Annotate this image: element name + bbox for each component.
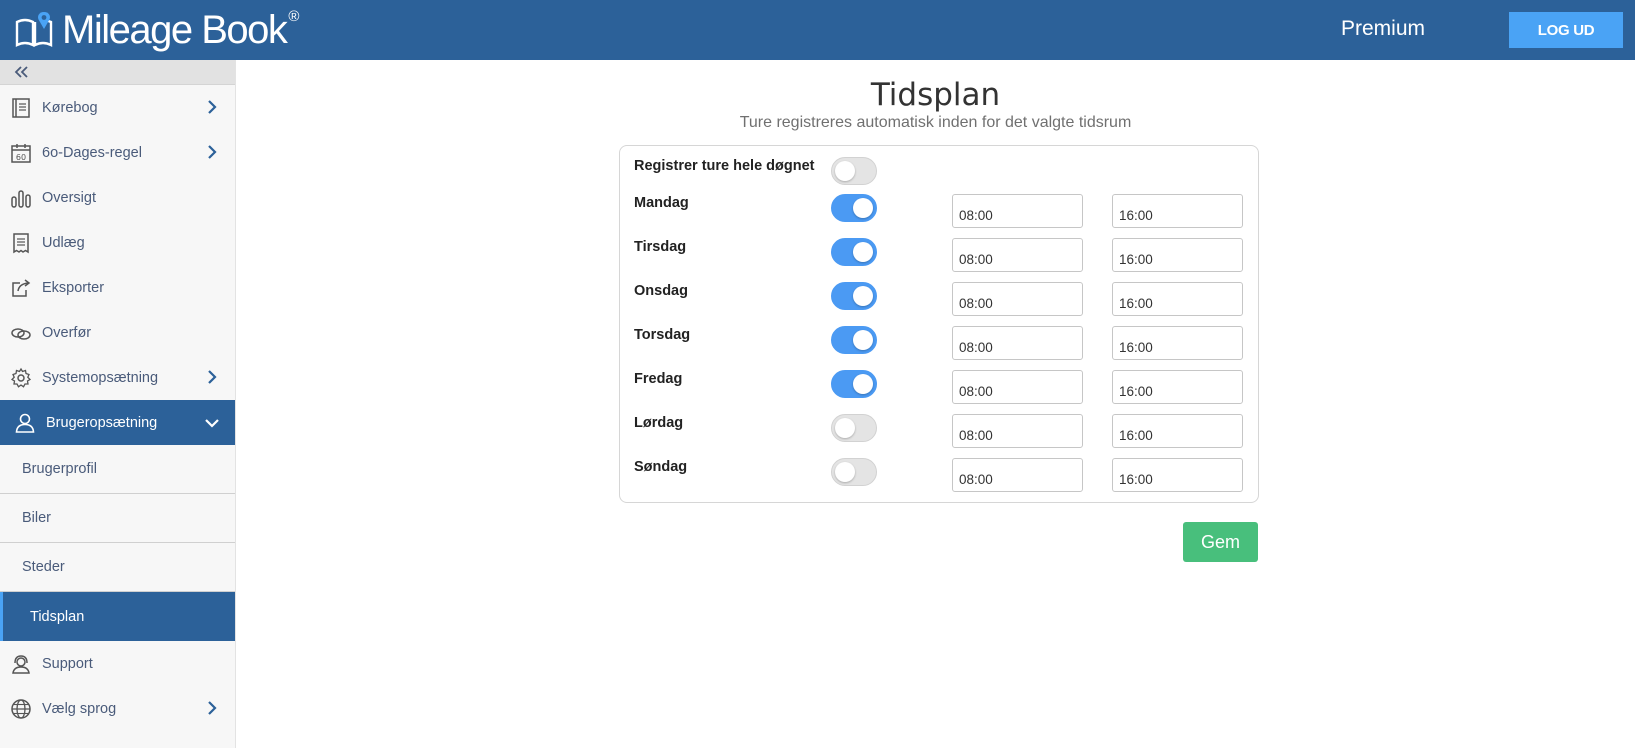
sidebar-item-label: Vælg sprog [42, 700, 117, 717]
start-time-input-torsdag[interactable] [952, 326, 1083, 360]
sidebar-item-support[interactable]: Support [0, 641, 235, 686]
sidebar-subitem-biler[interactable]: Biler [0, 494, 235, 543]
day-label-sondag: Søndag [634, 459, 688, 475]
start-time-input-onsdag[interactable] [952, 282, 1083, 316]
chevron-right-icon [208, 145, 217, 159]
gear-icon [10, 367, 32, 389]
sidebar-item-label: Eksporter [42, 279, 105, 296]
day-toggle-tirsdag[interactable] [831, 238, 877, 266]
sidebar-item-vaelg-sprog[interactable]: Vælg sprog [0, 686, 235, 731]
sidebar-item-label: 6o-Dages-regel [42, 144, 142, 161]
sidebar-item-udlaeg[interactable]: Udlæg [0, 220, 235, 265]
end-time-input-torsdag[interactable] [1112, 326, 1243, 360]
end-time-input-lordag[interactable] [1112, 414, 1243, 448]
sidebar-subitem-tidsplan[interactable]: Tidsplan [0, 592, 235, 641]
start-time-input-sondag[interactable] [952, 458, 1083, 492]
sidebar-item-label: Oversigt [42, 189, 96, 206]
page-subtitle: Ture registreres automatisk inden for de… [739, 114, 1132, 131]
end-time-input-tirsdag[interactable] [1112, 238, 1243, 272]
chevron-right-icon [208, 100, 217, 114]
day-label-tirsdag: Tirsdag [634, 239, 687, 255]
sidebar-item-label: Support [42, 655, 93, 672]
day-toggle-fredag[interactable] [831, 370, 877, 398]
sidebar-item-label: Kørebog [42, 99, 98, 116]
sidebar-item-korebog[interactable]: Kørebog [0, 85, 235, 130]
sidebar-item-brugeropsaetning[interactable]: Brugeropsætning [0, 400, 235, 445]
svg-text:60: 60 [16, 153, 26, 162]
page-title: Tidsplan [870, 77, 1001, 113]
sidebar-item-systemopsaetning[interactable]: Systemopsætning [0, 355, 235, 400]
double-chevron-left-icon [14, 66, 28, 78]
chevron-right-icon [208, 701, 217, 715]
all-day-label: Registrer ture hele døgnet [634, 158, 815, 174]
start-time-input-fredag[interactable] [952, 370, 1083, 404]
receipt-icon [10, 232, 32, 254]
start-time-input-mandag[interactable] [952, 194, 1083, 228]
sidebar-item-60-dages-regel[interactable]: 60 6o-Dages-regel [0, 130, 235, 175]
day-toggle-sondag[interactable] [831, 458, 877, 486]
top-bar: Mileage Book ® Premium LOG UD [0, 0, 1635, 60]
day-label-torsdag: Torsdag [634, 327, 691, 343]
end-time-input-sondag[interactable] [1112, 458, 1243, 492]
brand-name: Mileage Book [62, 7, 288, 52]
sidebar-subitem-steder[interactable]: Steder [0, 543, 235, 592]
start-time-input-lordag[interactable] [952, 414, 1083, 448]
registered-mark: ® [288, 8, 300, 25]
user-icon [14, 412, 36, 434]
day-toggle-lordag[interactable] [831, 414, 877, 442]
sidebar-subitem-brugerprofil[interactable]: Brugerprofil [0, 445, 235, 494]
bar-chart-icon [10, 187, 32, 209]
sidebar-item-oversigt[interactable]: Oversigt [0, 175, 235, 220]
day-toggle-onsdag[interactable] [831, 282, 877, 310]
collapse-sidebar-button[interactable] [0, 60, 235, 85]
export-icon [10, 277, 32, 299]
day-label-fredag: Fredag [634, 371, 683, 387]
sidebar-item-label: Brugeropsætning [46, 414, 158, 431]
book-pin-icon [15, 12, 53, 47]
sidebar-item-label: Overfør [42, 324, 92, 341]
save-button[interactable]: Gem [1183, 522, 1258, 562]
sidebar: Kørebog 60 6o-Dages-regel Oversigt Udlæg… [0, 60, 236, 748]
day-label-mandag: Mandag [634, 195, 689, 211]
chevron-down-icon [205, 419, 219, 428]
brand-logo[interactable]: Mileage Book ® [14, 6, 299, 54]
calendar-60-icon: 60 [10, 142, 32, 164]
chevron-right-icon [208, 370, 217, 384]
all-day-toggle[interactable] [831, 157, 877, 185]
day-toggle-torsdag[interactable] [831, 326, 877, 354]
sidebar-item-label: Systemopsætning [42, 369, 159, 386]
globe-icon [10, 698, 32, 720]
day-label-lordag: Lørdag [634, 415, 684, 431]
sidebar-item-label: Udlæg [42, 234, 85, 251]
book-icon [10, 97, 32, 119]
start-time-input-tirsdag[interactable] [952, 238, 1083, 272]
sidebar-item-overfor[interactable]: Overfør [0, 310, 235, 355]
schedule-panel: Registrer ture hele døgnet Mandag Tirsda… [619, 145, 1259, 503]
end-time-input-fredag[interactable] [1112, 370, 1243, 404]
end-time-input-mandag[interactable] [1112, 194, 1243, 228]
end-time-input-onsdag[interactable] [1112, 282, 1243, 316]
plan-label: Premium [1340, 17, 1425, 40]
support-icon [10, 653, 32, 675]
day-label-onsdag: Onsdag [634, 283, 688, 299]
sidebar-item-eksporter[interactable]: Eksporter [0, 265, 235, 310]
day-toggle-mandag[interactable] [831, 194, 877, 222]
logout-button[interactable]: LOG UD [1509, 12, 1623, 48]
transfer-icon [10, 322, 32, 344]
